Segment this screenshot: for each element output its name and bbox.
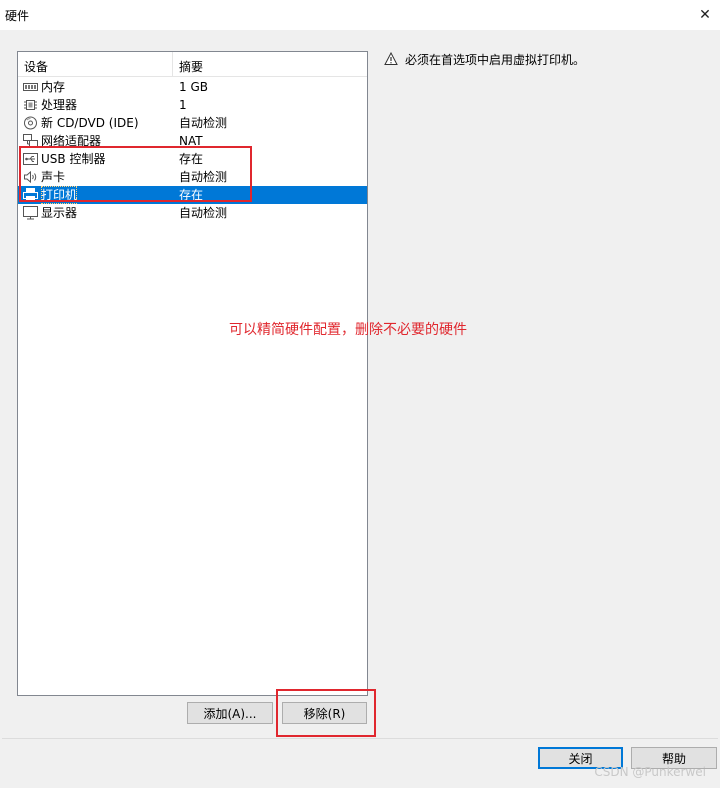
device-name: 内存 <box>41 80 66 94</box>
column-header-device[interactable]: 设备 <box>24 58 48 75</box>
notice-text: 必须在首选项中启用虚拟打印机。 <box>405 53 586 67</box>
device-summary: 自动检测 <box>179 206 228 220</box>
processor-icon <box>23 98 38 112</box>
cd-dvd-icon <box>23 116 38 130</box>
sound-card-icon <box>23 170 38 184</box>
device-row-cd-dvd[interactable]: 新 CD/DVD (IDE) 自动检测 <box>18 114 367 132</box>
device-name: 网络适配器 <box>41 134 102 148</box>
close-window-button[interactable]: ✕ <box>694 4 716 26</box>
memory-icon <box>23 80 38 94</box>
device-name: 显示器 <box>41 206 78 220</box>
device-summary: NAT <box>179 134 203 148</box>
device-name: USB 控制器 <box>41 152 106 166</box>
device-summary: 自动检测 <box>179 170 228 184</box>
device-name: 处理器 <box>41 98 78 112</box>
usb-controller-icon <box>23 152 38 166</box>
device-row-display[interactable]: 显示器 自动检测 <box>18 204 367 222</box>
device-summary: 自动检测 <box>179 116 228 130</box>
device-row-usb-controller[interactable]: USB 控制器 存在 <box>18 150 367 168</box>
close-icon: ✕ <box>699 7 711 23</box>
device-name: 打印机 <box>41 186 78 204</box>
column-header-summary[interactable]: 摘要 <box>179 58 203 75</box>
printer-icon <box>23 188 38 202</box>
device-row-processor[interactable]: 处理器 1 <box>18 96 367 114</box>
display-icon <box>23 206 38 220</box>
device-name: 新 CD/DVD (IDE) <box>41 116 139 130</box>
column-separator[interactable] <box>172 52 173 76</box>
device-row-sound-card[interactable]: 声卡 自动检测 <box>18 168 367 186</box>
watermark: CSDN @Punkerwei <box>594 765 706 779</box>
list-header: 设备 摘要 <box>18 52 367 77</box>
device-name: 声卡 <box>41 170 66 184</box>
device-row-memory[interactable]: 内存 1 GB <box>18 78 367 96</box>
warning-icon <box>384 51 398 66</box>
device-row-printer[interactable]: 打印机 存在 <box>18 186 367 204</box>
title-bar: 硬件 ✕ <box>0 0 720 30</box>
annotation-text: 可以精简硬件配置，删除不必要的硬件 <box>229 322 467 338</box>
device-summary: 1 GB <box>179 80 208 94</box>
window-title: 硬件 <box>5 9 30 23</box>
device-row-network-adapter[interactable]: 网络适配器 NAT <box>18 132 367 150</box>
device-summary: 存在 <box>179 152 204 166</box>
add-hardware-button[interactable]: 添加(A)... <box>187 702 273 724</box>
device-summary: 存在 <box>179 188 204 202</box>
device-list[interactable]: 设备 摘要 内存 1 GB 处理器 1 新 CD/DVD (IDE) 自动检测 … <box>17 51 368 696</box>
remove-hardware-button[interactable]: 移除(R) <box>282 702 367 724</box>
device-summary: 1 <box>179 98 187 112</box>
network-adapter-icon <box>23 134 38 148</box>
